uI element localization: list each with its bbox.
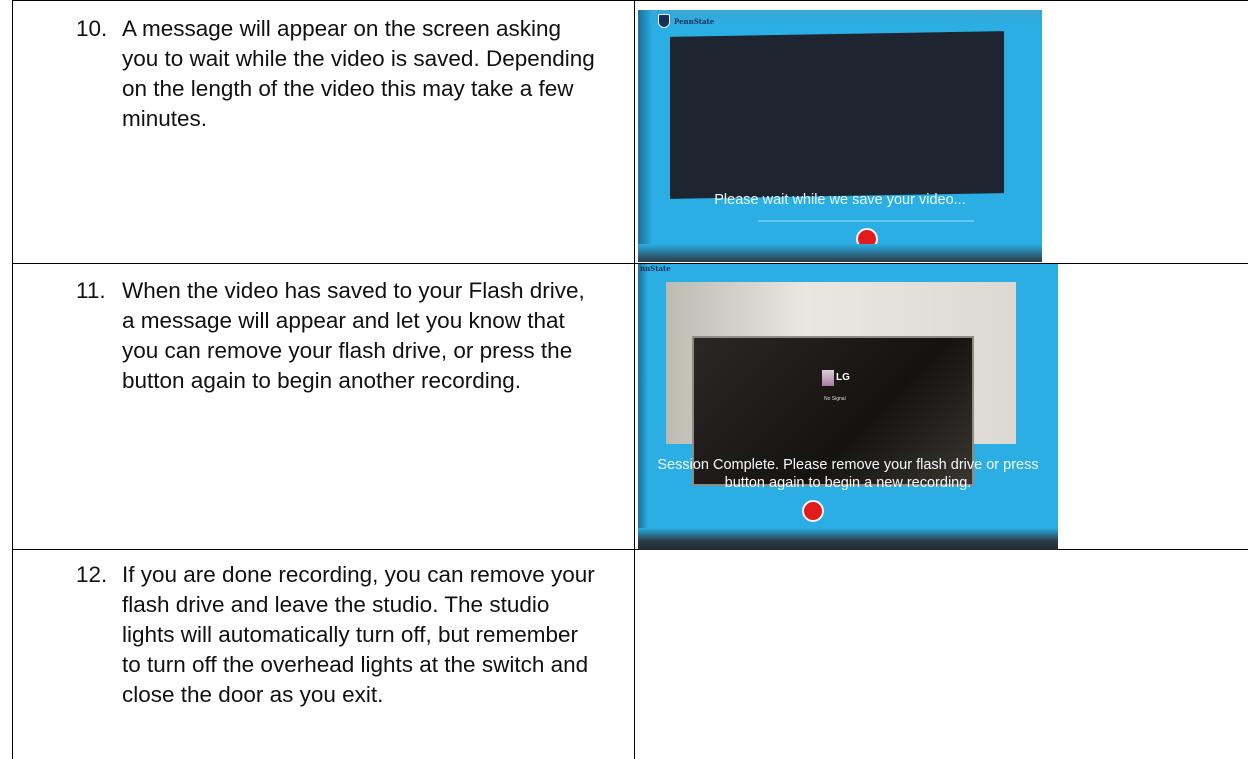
complete-message-line-2: button again to begin a new recording. <box>724 475 972 491</box>
shield-icon <box>658 14 670 28</box>
step-number: 10. <box>76 16 108 41</box>
progress-line <box>758 220 974 222</box>
step-text: When the video has saved to your Flash d… <box>122 278 585 393</box>
table-row: 11. When the video has saved to your Fla… <box>12 264 1248 550</box>
step-text: If you are done recording, you can remov… <box>122 562 595 707</box>
instruction-table: 10. A message will appear on the screen … <box>12 0 1248 759</box>
table-row: 10. A message will appear on the screen … <box>12 0 1248 264</box>
tv-status: No Signal <box>824 396 846 402</box>
step-number: 12. <box>76 562 108 587</box>
photo-shade <box>638 264 648 550</box>
step-text: A message will appear on the screen aski… <box>122 16 595 131</box>
step-number: 11. <box>76 278 106 303</box>
logo-text: PennState <box>674 16 715 26</box>
tv-brand: LG <box>836 372 850 383</box>
photo-shade <box>638 528 1058 550</box>
video-preview-screen <box>670 31 1004 199</box>
photo-shade <box>638 10 652 262</box>
photo-saving-screen: PennState Please wait while we save your… <box>638 10 1042 262</box>
logo-text: nnState <box>640 264 671 273</box>
step-10: 10. A message will appear on the screen … <box>76 14 596 134</box>
step-11: 11. When the video has saved to your Fla… <box>76 276 596 396</box>
record-button-icon <box>802 500 824 522</box>
complete-message: Session Complete. Please remove your fla… <box>638 456 1058 492</box>
table-row: 12. If you are done recording, you can r… <box>12 550 1248 759</box>
wait-message: Please wait while we save your video... <box>714 192 966 208</box>
pennstate-logo: PennState <box>658 14 714 28</box>
photo-shade <box>638 244 1042 262</box>
complete-message-line-1: Session Complete. Please remove your fla… <box>657 457 1039 473</box>
lg-logo: LG <box>822 368 856 392</box>
photo-session-complete: nnState LG No Signal Session Complete. P… <box>638 264 1058 550</box>
step-12: 12. If you are done recording, you can r… <box>76 560 596 710</box>
lg-cube-icon <box>822 370 834 386</box>
